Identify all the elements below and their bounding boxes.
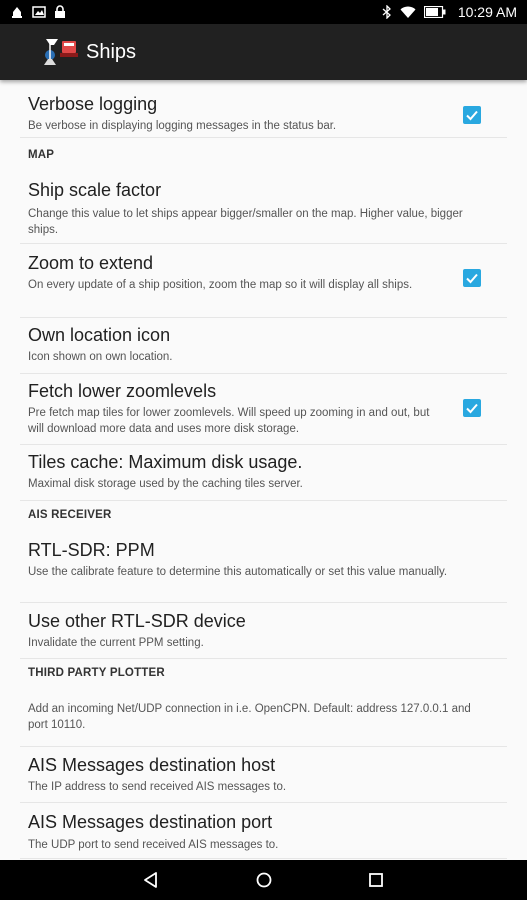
- zoom-to-extend-checkbox[interactable]: [463, 269, 481, 287]
- pref-rtl-sdr-ppm[interactable]: RTL-SDR: PPM Use the calibrate feature t…: [20, 532, 507, 603]
- check-icon: [466, 273, 478, 284]
- pref-summary: Be verbose in displaying logging message…: [28, 120, 337, 132]
- pref-own-location-icon[interactable]: Own location icon Icon shown on own loca…: [20, 317, 507, 374]
- pref-title: Zoom to extend: [28, 253, 154, 273]
- navigation-bar: [0, 860, 527, 900]
- app-title: Ships: [86, 40, 137, 63]
- action-bar: Ships: [0, 24, 527, 80]
- pref-tiles-cache[interactable]: Tiles cache: Maximum disk usage. Maximal…: [20, 444, 507, 501]
- wifi-icon: [400, 6, 416, 18]
- pref-title: AIS Messages destination host: [28, 755, 276, 775]
- category-ais-receiver: AIS RECEIVER: [28, 509, 112, 521]
- pref-summary: Icon shown on own location.: [28, 351, 173, 363]
- battery-icon: [423, 6, 446, 18]
- pref-zoom-to-extend[interactable]: Zoom to extend On every update of a ship…: [20, 243, 507, 318]
- check-icon: [466, 110, 478, 121]
- screenshot-icon: [32, 6, 46, 18]
- pref-summary: Use the calibrate feature to determine t…: [28, 566, 448, 578]
- home-icon[interactable]: [252, 868, 276, 892]
- check-icon: [466, 403, 478, 414]
- pref-title: Ship scale factor: [28, 180, 162, 200]
- pref-summary: On every update of a ship position, zoom…: [28, 279, 413, 291]
- status-time: 10:29 AM: [457, 4, 517, 20]
- status-right-icons: 10:29 AM: [382, 4, 527, 20]
- pref-summary: Add an incoming Net/UDP connection in i.…: [28, 703, 471, 731]
- pref-title: Fetch lower zoomlevels: [28, 381, 217, 401]
- pref-ais-destination-host[interactable]: AIS Messages destination host The IP add…: [20, 746, 507, 803]
- back-icon[interactable]: [139, 868, 163, 892]
- pref-summary: The IP address to send received AIS mess…: [28, 781, 287, 793]
- category-third-party-plotter: THIRD PARTY PLOTTER: [28, 667, 165, 679]
- pref-plotter-info: Add an incoming Net/UDP connection in i.…: [20, 688, 507, 747]
- pref-summary: Pre fetch map tiles for lower zoomlevels…: [28, 407, 430, 435]
- pref-summary: Invalidate the current PPM setting.: [28, 637, 204, 649]
- pref-ship-scale-factor[interactable]: Ship scale factor Change this value to l…: [20, 174, 507, 244]
- pref-title: Use other RTL-SDR device: [28, 611, 246, 631]
- pref-other-rtl-sdr-device[interactable]: Use other RTL-SDR device Invalidate the …: [20, 602, 507, 659]
- pref-title: RTL-SDR: PPM: [28, 540, 155, 560]
- pref-summary: Change this value to let ships appear bi…: [28, 208, 463, 236]
- pref-title: Tiles cache: Maximum disk usage.: [28, 452, 303, 472]
- fetch-lower-zoomlevels-checkbox[interactable]: [463, 399, 481, 417]
- settings-list: Verbose logging Be verbose in displaying…: [0, 80, 527, 860]
- pref-fetch-lower-zoomlevels[interactable]: Fetch lower zoomlevels Pre fetch map til…: [20, 373, 507, 445]
- lock-icon: [55, 5, 65, 18]
- verbose-logging-checkbox[interactable]: [463, 106, 481, 124]
- pref-title: Verbose logging: [28, 94, 158, 114]
- notification-icon: [12, 7, 22, 18]
- pref-summary: Maximal disk storage used by the caching…: [28, 478, 303, 490]
- ship-app-icon: [44, 39, 78, 65]
- recents-icon[interactable]: [364, 868, 388, 892]
- pref-verbose-logging[interactable]: Verbose logging Be verbose in displaying…: [20, 90, 507, 138]
- category-map: MAP: [28, 149, 55, 161]
- status-bar: 10:29 AM: [0, 0, 527, 24]
- pref-summary: The UDP port to send received AIS messag…: [28, 839, 279, 851]
- bluetooth-icon: [382, 5, 391, 19]
- pref-title: AIS Messages destination port: [28, 812, 273, 832]
- pref-title: Own location icon: [28, 325, 171, 345]
- status-left-icons: [0, 5, 66, 19]
- pref-ais-destination-port[interactable]: AIS Messages destination port The UDP po…: [20, 802, 507, 859]
